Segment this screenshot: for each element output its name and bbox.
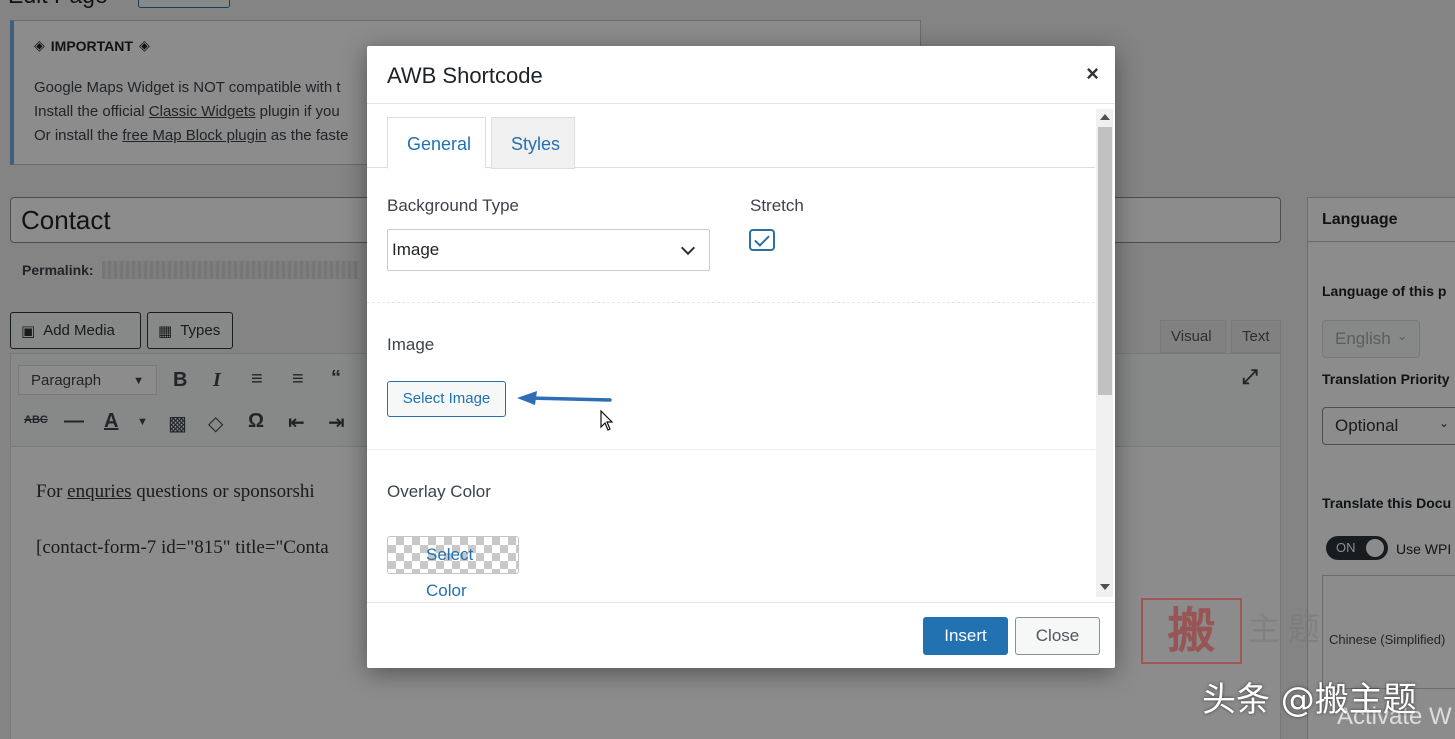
watermark-seal: 搬 <box>1141 598 1242 664</box>
modal-footer: Insert Close <box>367 602 1115 668</box>
stretch-checkbox[interactable] <box>749 229 775 251</box>
background-type-value: Image <box>392 240 440 259</box>
chevron-down-icon <box>680 240 696 255</box>
close-icon[interactable]: × <box>1086 62 1099 86</box>
scroll-up-icon[interactable] <box>1100 114 1110 120</box>
background-type-select[interactable]: Image <box>387 229 710 271</box>
background-type-label: Background Type <box>387 196 519 215</box>
scroll-down-icon[interactable] <box>1100 584 1110 590</box>
section-divider <box>367 302 1095 303</box>
select-color-button[interactable]: Select Color <box>387 536 519 600</box>
stretch-label: Stretch <box>750 196 804 215</box>
modal-body: General Styles Background Type Image Str… <box>367 105 1095 602</box>
modal-header: AWB Shortcode × <box>367 46 1115 104</box>
modal-tabs: General Styles <box>367 105 1095 169</box>
insert-button[interactable]: Insert <box>923 617 1008 655</box>
image-label: Image <box>387 335 435 354</box>
watermark-chars: 主题 <box>1248 610 1329 648</box>
scroll-thumb[interactable] <box>1098 127 1112 395</box>
mouse-cursor-icon <box>600 410 614 431</box>
awb-shortcode-modal: AWB Shortcode × General Styles Backgroun… <box>367 46 1115 668</box>
modal-title: AWB Shortcode <box>387 63 543 88</box>
overlay-color-label: Overlay Color <box>387 482 491 501</box>
close-button[interactable]: Close <box>1015 617 1100 655</box>
watermark-text: 头条 @搬主题 <box>1202 680 1417 720</box>
tab-styles[interactable]: Styles <box>491 117 575 169</box>
tab-general[interactable]: General <box>387 117 486 169</box>
section-divider <box>367 449 1095 450</box>
select-image-button[interactable]: Select Image <box>387 381 506 417</box>
pointer-arrow-icon <box>517 391 612 405</box>
modal-scrollbar[interactable] <box>1096 109 1113 597</box>
